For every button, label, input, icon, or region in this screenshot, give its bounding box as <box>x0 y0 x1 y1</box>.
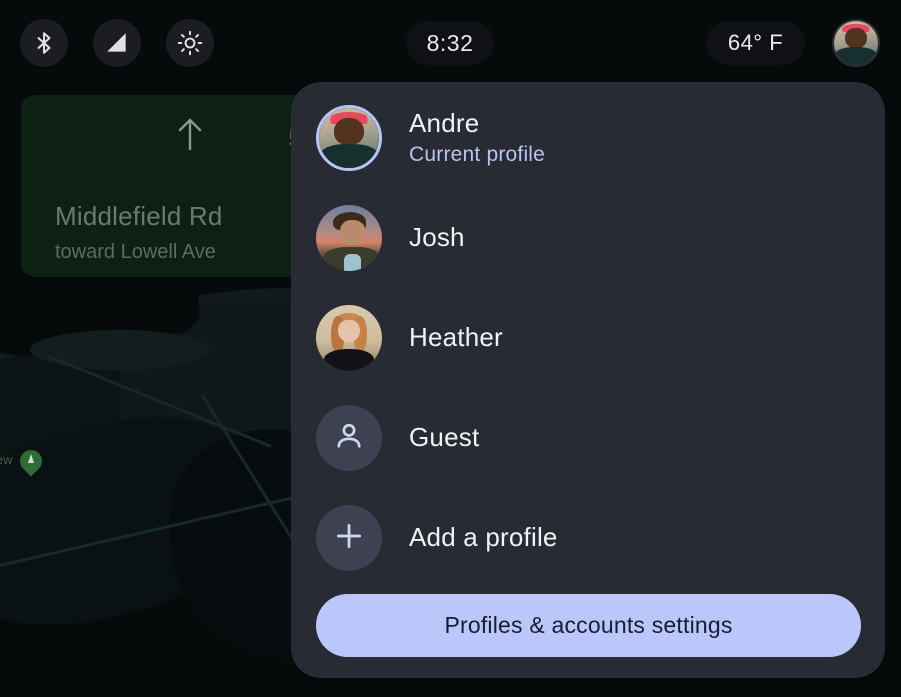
plus-icon <box>332 519 366 558</box>
profile-row-add-profile[interactable]: Add a profile <box>316 500 861 576</box>
profiles-accounts-settings-button[interactable]: Profiles & accounts settings <box>316 594 861 657</box>
profile-row-guest[interactable]: Guest <box>316 400 861 476</box>
temperature-display[interactable]: 64° F <box>706 21 805 65</box>
bluetooth-button[interactable] <box>20 19 68 67</box>
profile-name: Add a profile <box>409 522 558 553</box>
nav-street-name: Middlefield Rd <box>55 201 223 231</box>
signal-button[interactable] <box>93 19 141 67</box>
status-bar: 8:32 64° F <box>0 0 901 86</box>
profile-row-heather[interactable]: Heather <box>316 300 861 376</box>
clock[interactable]: 8:32 <box>406 21 494 65</box>
profile-switcher-panel: Andre Current profile Josh Heather Guest… <box>291 82 885 678</box>
profile-name: Josh <box>409 222 465 253</box>
avatar <box>316 305 382 371</box>
profile-name: Guest <box>409 422 480 453</box>
map-pin-label: View <box>0 452 13 467</box>
arrow-up-icon <box>169 113 211 155</box>
avatar <box>316 205 382 271</box>
avatar <box>316 105 382 171</box>
person-icon <box>332 419 366 458</box>
profile-row-andre[interactable]: Andre Current profile <box>316 100 861 176</box>
profile-name: Andre <box>409 107 480 138</box>
avatar <box>316 505 382 571</box>
nav-toward-text: toward Lowell Ave <box>55 241 216 263</box>
car-infotainment-screen: View 5 Middlefield Rd toward Lowell Ave <box>0 0 901 697</box>
signal-strength-icon <box>104 30 130 56</box>
brightness-button[interactable] <box>166 19 214 67</box>
brightness-icon <box>177 30 203 56</box>
profile-name: Heather <box>409 322 503 353</box>
bluetooth-icon <box>31 30 57 56</box>
profile-row-josh[interactable]: Josh <box>316 200 861 276</box>
avatar <box>316 405 382 471</box>
status-bar-avatar[interactable] <box>832 19 880 67</box>
profile-subtitle: Current profile <box>409 143 546 167</box>
map-terrain <box>30 330 210 370</box>
park-pin-icon[interactable] <box>15 445 47 478</box>
